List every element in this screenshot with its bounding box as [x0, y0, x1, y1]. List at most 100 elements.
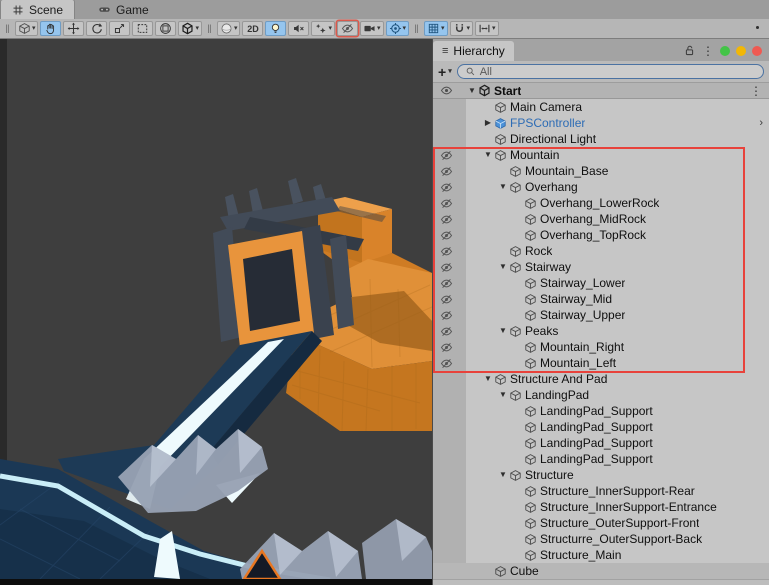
visibility-gutter-cell[interactable] [433, 451, 466, 467]
hand-tool-button[interactable] [40, 21, 62, 36]
hierarchy-row[interactable]: Stairway_Upper [433, 307, 769, 323]
visibility-gutter-cell[interactable] [433, 371, 466, 387]
hierarchy-row[interactable]: ▼ Structure And Pad [433, 371, 769, 387]
scene-visibility-button[interactable] [337, 21, 358, 36]
scale-tool-button[interactable] [109, 21, 131, 36]
hierarchy-row[interactable]: Overhang_MidRock [433, 211, 769, 227]
gizmos-toggle-button[interactable]: ▾ [385, 21, 410, 36]
audio-mute-button[interactable] [288, 21, 310, 36]
visibility-gutter-cell[interactable] [433, 467, 466, 483]
expand-arrow-icon[interactable]: ▶ [482, 119, 494, 127]
hierarchy-row[interactable]: Structurre_OuterSupport-Back [433, 531, 769, 547]
expand-arrow-icon[interactable]: ▼ [497, 263, 509, 271]
hierarchy-row[interactable]: Mountain_Base [433, 163, 769, 179]
hierarchy-row[interactable]: ▼ Overhang [433, 179, 769, 195]
hierarchy-row[interactable]: Structure_OuterSupport-Front [433, 515, 769, 531]
hierarchy-row[interactable]: Rock [433, 243, 769, 259]
visibility-gutter-cell[interactable] [433, 291, 466, 307]
visibility-gutter-cell[interactable] [433, 275, 466, 291]
expand-arrow-icon[interactable]: ▼ [466, 86, 478, 95]
visibility-gutter-cell[interactable] [433, 179, 466, 195]
visibility-gutter-cell[interactable] [433, 243, 466, 259]
visibility-gutter-cell[interactable] [433, 211, 466, 227]
hierarchy-row[interactable]: Main Camera [433, 99, 769, 115]
hierarchy-row[interactable]: Mountain_Right [433, 339, 769, 355]
visibility-gutter-cell[interactable] [433, 387, 466, 403]
shading-mode-button[interactable]: ▾ [216, 21, 241, 36]
visibility-gutter-cell[interactable] [433, 547, 466, 563]
move-tool-button[interactable] [63, 21, 85, 36]
hierarchy-search-input[interactable]: All [456, 64, 764, 79]
transform-tool-button[interactable] [155, 21, 177, 36]
visibility-gutter-cell[interactable] [433, 355, 466, 371]
visibility-gutter-cell[interactable] [433, 147, 466, 163]
rect-tool-button[interactable] [132, 21, 154, 36]
expand-arrow-icon[interactable]: ▼ [497, 327, 509, 335]
prefab-chevron-icon[interactable]: › [759, 117, 769, 129]
visibility-gutter-cell[interactable] [433, 195, 466, 211]
camera-view-button[interactable]: ▾ [360, 21, 384, 36]
visibility-gutter-cell[interactable] [433, 403, 466, 419]
scene-visibility-gutter[interactable] [433, 83, 466, 98]
hierarchy-row[interactable]: Stairway_Lower [433, 275, 769, 291]
hierarchy-row[interactable]: ▼ Peaks [433, 323, 769, 339]
expand-arrow-icon[interactable]: ▼ [497, 471, 509, 479]
visibility-gutter-cell[interactable] [433, 515, 466, 531]
visibility-gutter-cell[interactable] [433, 259, 466, 275]
hierarchy-row[interactable]: LandingPad_Support [433, 435, 769, 451]
hierarchy-row[interactable]: Stairway_Mid [433, 291, 769, 307]
hierarchy-row[interactable]: Overhang_LowerRock [433, 195, 769, 211]
expand-arrow-icon[interactable]: ▼ [482, 375, 494, 383]
view-options-button[interactable]: ▾ [14, 21, 39, 36]
visibility-gutter-cell[interactable] [433, 483, 466, 499]
visibility-gutter-cell[interactable] [433, 131, 466, 147]
hierarchy-row[interactable]: Structure_Main [433, 547, 769, 563]
visibility-gutter-cell[interactable] [433, 435, 466, 451]
scene-viewport[interactable] [0, 39, 432, 585]
hierarchy-row[interactable]: ▶ FPSController › [433, 115, 769, 131]
hierarchy-row[interactable]: LandingPad_Support [433, 451, 769, 467]
expand-arrow-icon[interactable]: ▼ [482, 151, 494, 159]
hierarchy-row[interactable]: ▼ LandingPad [433, 387, 769, 403]
visibility-gutter-cell[interactable] [433, 307, 466, 323]
mode-2d-button[interactable]: 2D [242, 21, 264, 36]
visibility-gutter-cell[interactable] [433, 563, 466, 579]
hierarchy-row[interactable]: ▼ Structure [433, 467, 769, 483]
tab-scene[interactable]: Scene [0, 0, 76, 19]
kebab-menu-icon[interactable]: ⋮ [702, 45, 714, 57]
hierarchy-row[interactable]: Overhang_TopRock [433, 227, 769, 243]
hierarchy-row[interactable]: Structure_InnerSupport-Entrance [433, 499, 769, 515]
visibility-gutter-cell[interactable] [433, 531, 466, 547]
tab-hierarchy[interactable]: ≡ Hierarchy [433, 41, 514, 61]
visibility-gutter-cell[interactable] [433, 99, 466, 115]
tab-game[interactable]: Game [87, 0, 160, 19]
move-snap-button[interactable]: ▾ [475, 21, 499, 36]
hierarchy-row[interactable]: ▼ Stairway [433, 259, 769, 275]
visibility-gutter-cell[interactable] [433, 499, 466, 515]
hierarchy-row[interactable]: Cube [433, 563, 769, 579]
hierarchy-row[interactable]: ▼ Mountain [433, 147, 769, 163]
toolbar-overflow-dot[interactable] [756, 26, 759, 29]
hierarchy-row[interactable]: LandingPad_Support [433, 403, 769, 419]
grid-snap-button[interactable]: ▾ [424, 21, 448, 36]
create-object-button[interactable]: + ▾ [438, 64, 452, 80]
visibility-gutter-cell[interactable] [433, 227, 466, 243]
magnet-snap-button[interactable]: ▾ [449, 21, 474, 36]
custom-tool-button[interactable]: ▾ [178, 21, 202, 36]
expand-arrow-icon[interactable]: ▼ [497, 391, 509, 399]
rotate-tool-button[interactable] [86, 21, 108, 36]
hierarchy-row[interactable]: Structure_InnerSupport-Rear [433, 483, 769, 499]
hierarchy-row[interactable]: Mountain_Left [433, 355, 769, 371]
visibility-gutter-cell[interactable] [433, 419, 466, 435]
visibility-gutter-cell[interactable] [433, 323, 466, 339]
scene-kebab-icon[interactable]: ⋮ [750, 85, 769, 97]
expand-arrow-icon[interactable]: ▼ [497, 183, 509, 191]
hierarchy-row[interactable]: Directional Light [433, 131, 769, 147]
lighting-toggle-button[interactable] [265, 21, 287, 36]
lock-icon[interactable] [683, 44, 696, 57]
effects-toggle-button[interactable]: ▾ [311, 21, 335, 36]
visibility-gutter-cell[interactable] [433, 163, 466, 179]
visibility-gutter-cell[interactable] [433, 339, 466, 355]
hierarchy-row[interactable]: LandingPad_Support [433, 419, 769, 435]
scene-header-row[interactable]: ▼ Start ⋮ [433, 83, 769, 99]
